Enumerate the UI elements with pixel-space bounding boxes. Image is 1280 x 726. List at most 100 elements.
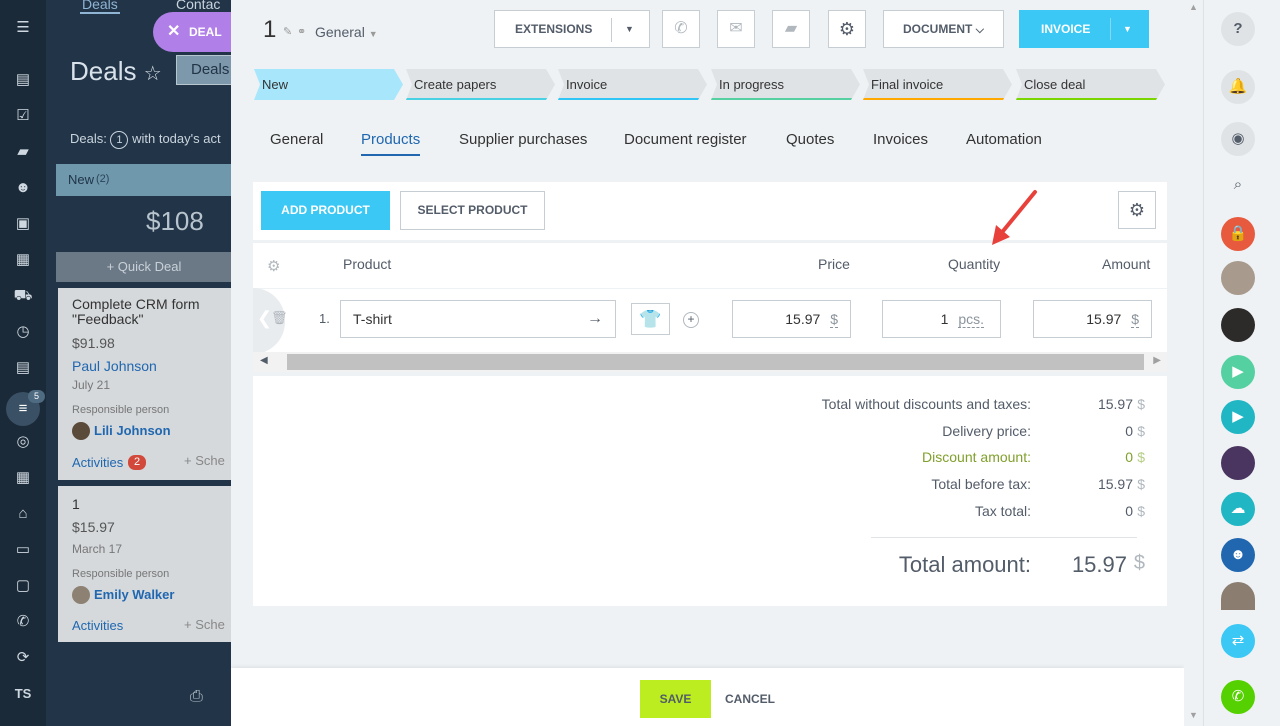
deal-slider-panel: 1 ✎ ⚭ General ▼ EXTENSIONS ▼ ✆ ✉ ▰ ⚙ DOC… [231,0,1184,726]
star-icon: ☆ [143,63,162,85]
stage-invoice[interactable]: Invoice [558,69,707,100]
apps-icon[interactable]: ▦ [13,468,33,488]
feed-icon[interactable]: ▤ [13,70,33,90]
product-name-input[interactable]: T-shirt → [340,300,616,338]
quantity-input[interactable]: 1 pcs. [882,300,1001,338]
scroll-left-arrow-icon[interactable]: ◀ [260,355,268,366]
quantity-unit[interactable]: pcs. [958,311,984,328]
products-card: ADD PRODUCT SELECT PRODUCT ⚙ ⚙ Product P… [253,182,1167,606]
column-settings-gear-icon[interactable]: ⚙ [267,257,280,275]
help-icon[interactable]: ? [1221,12,1255,46]
invoice-button[interactable]: INVOICE ▼ [1019,10,1149,48]
add-product-button[interactable]: ADD PRODUCT [261,191,390,230]
amount-currency: $ [1131,311,1139,328]
tab-invoices[interactable]: Invoices [873,131,928,148]
tasks-icon[interactable]: ☑ [13,106,33,126]
messages-icon[interactable]: ◉ [1221,122,1255,156]
panel-scrollbar[interactable]: ▲ ▼ [1184,0,1204,726]
calendar-icon[interactable]: ▦ [13,250,33,270]
horizontal-scrollbar[interactable]: ◀ ▶ [253,352,1167,372]
summary-label-before-tax: Total before tax: [931,476,1031,492]
sync-icon[interactable]: ⟳ [13,648,33,668]
tab-general[interactable]: General [270,131,323,148]
scroll-right-arrow-icon[interactable]: ▶ [1153,355,1161,366]
stage-close-deal[interactable]: Close deal [1016,69,1165,100]
cart-icon[interactable]: ⛟ [13,286,33,306]
document-button[interactable]: DOCUMENT ⌵ [883,10,1004,48]
summary-currency: $ [1137,423,1145,439]
lock-icon[interactable]: 🔒 [1221,217,1255,251]
stage-new[interactable]: New [254,69,403,100]
menu-icon[interactable]: ☰ [13,18,33,38]
notifications-bell-icon[interactable]: 🔔 [1221,70,1255,104]
select-product-button[interactable]: SELECT PRODUCT [400,191,545,230]
target-icon[interactable]: ◎ [13,432,33,452]
chat-icon[interactable]: ▰ [13,142,33,162]
email-icon[interactable]: ✉ [717,10,755,48]
phone-icon[interactable]: ✆ [13,612,33,632]
window-icon[interactable]: ▢ [13,576,33,596]
stage-in-progress[interactable]: In progress [711,69,860,100]
robot-icon[interactable]: ⌂ [13,504,33,524]
search-icon[interactable]: ⌕ [1221,168,1255,202]
edit-pencil-icon[interactable]: ✎ [283,25,292,38]
extensions-button[interactable]: EXTENSIONS ▼ [494,10,650,48]
column-header-product: Product [343,256,392,272]
tab-supplier-purchases[interactable]: Supplier purchases [459,131,587,148]
contacts-icon[interactable]: ☻ [13,178,33,198]
clock-icon[interactable]: ◷ [13,322,33,342]
chevron-down-icon[interactable]: ▼ [1123,10,1132,48]
price-currency[interactable]: $ [830,311,838,328]
price-input[interactable]: 15.97 $ [732,300,851,338]
cancel-button[interactable]: CANCEL [725,692,775,706]
amount-input[interactable]: 15.97 $ [1033,300,1152,338]
group-chat-icon[interactable]: ☻ [1221,538,1255,572]
divider [253,372,1167,376]
video-call-icon[interactable]: ▶ [1221,400,1255,434]
video-call-icon[interactable]: ▶ [1221,355,1255,389]
tab-products[interactable]: Products [361,131,421,156]
chevron-down-icon[interactable]: ▼ [625,11,634,47]
phone-icon[interactable]: ✆ [1221,680,1255,714]
store-icon[interactable]: ▭ [13,540,33,560]
avatar[interactable] [1221,446,1255,480]
settings-gear-icon[interactable]: ⚙ [828,10,866,48]
stage-final-invoice[interactable]: Final invoice [863,69,1012,100]
product-settings-gear-icon[interactable]: ⚙ [1118,191,1156,229]
background-deals-page: Deals Contac Deals ☆ Deals Deals: 1 with… [46,0,232,726]
arrow-right-icon[interactable]: → [587,301,603,337]
phone-call-icon[interactable]: ✆ [662,10,700,48]
avatar [72,586,90,604]
scrollbar-thumb[interactable] [287,354,1144,370]
tab-automation[interactable]: Automation [966,131,1042,148]
notification-badge: 5 [28,390,45,403]
deal-card: 1 $15.97 March 17 Responsible person Emi… [58,486,232,642]
tab-document-register[interactable]: Document register [624,131,747,148]
stage-create-papers[interactable]: Create papers [406,69,555,100]
user-initials[interactable]: TS [13,684,33,704]
scroll-up-arrow-icon[interactable]: ▲ [1189,2,1198,12]
avatar[interactable] [1221,582,1255,610]
tab-quotes[interactable]: Quotes [786,131,834,148]
product-name-value: T-shirt [353,311,392,327]
avatar[interactable] [1221,308,1255,342]
phone-transfer-icon[interactable]: ⇄ [1221,624,1255,658]
pipeline-selector[interactable]: General ▼ [315,24,378,40]
chat-icon[interactable]: ▰ [772,10,810,48]
total-amount-label: Total amount: [898,552,1031,577]
add-image-plus-icon[interactable]: + [683,312,699,328]
cloud-clock-icon[interactable]: ☁ [1221,492,1255,526]
link-icon[interactable]: ⚭ [297,25,306,38]
save-button[interactable]: SAVE [640,680,711,718]
activities-count-badge: 2 [128,455,146,470]
price-value: 15.97 [785,311,821,327]
contact-card-icon[interactable]: ▣ [13,214,33,234]
avatar[interactable] [1221,261,1255,295]
document-icon[interactable]: ▤ [13,358,33,378]
row-handle[interactable]: ❮ 🗑 [253,288,288,354]
scroll-down-arrow-icon[interactable]: ▼ [1189,710,1198,720]
product-image-tshirt-icon[interactable]: 👕 [631,303,670,335]
deal-chip-label: DEAL [189,25,222,39]
deal-id: 1 [263,16,277,43]
close-deal-slider-button[interactable]: ✕ DEAL [153,12,238,52]
